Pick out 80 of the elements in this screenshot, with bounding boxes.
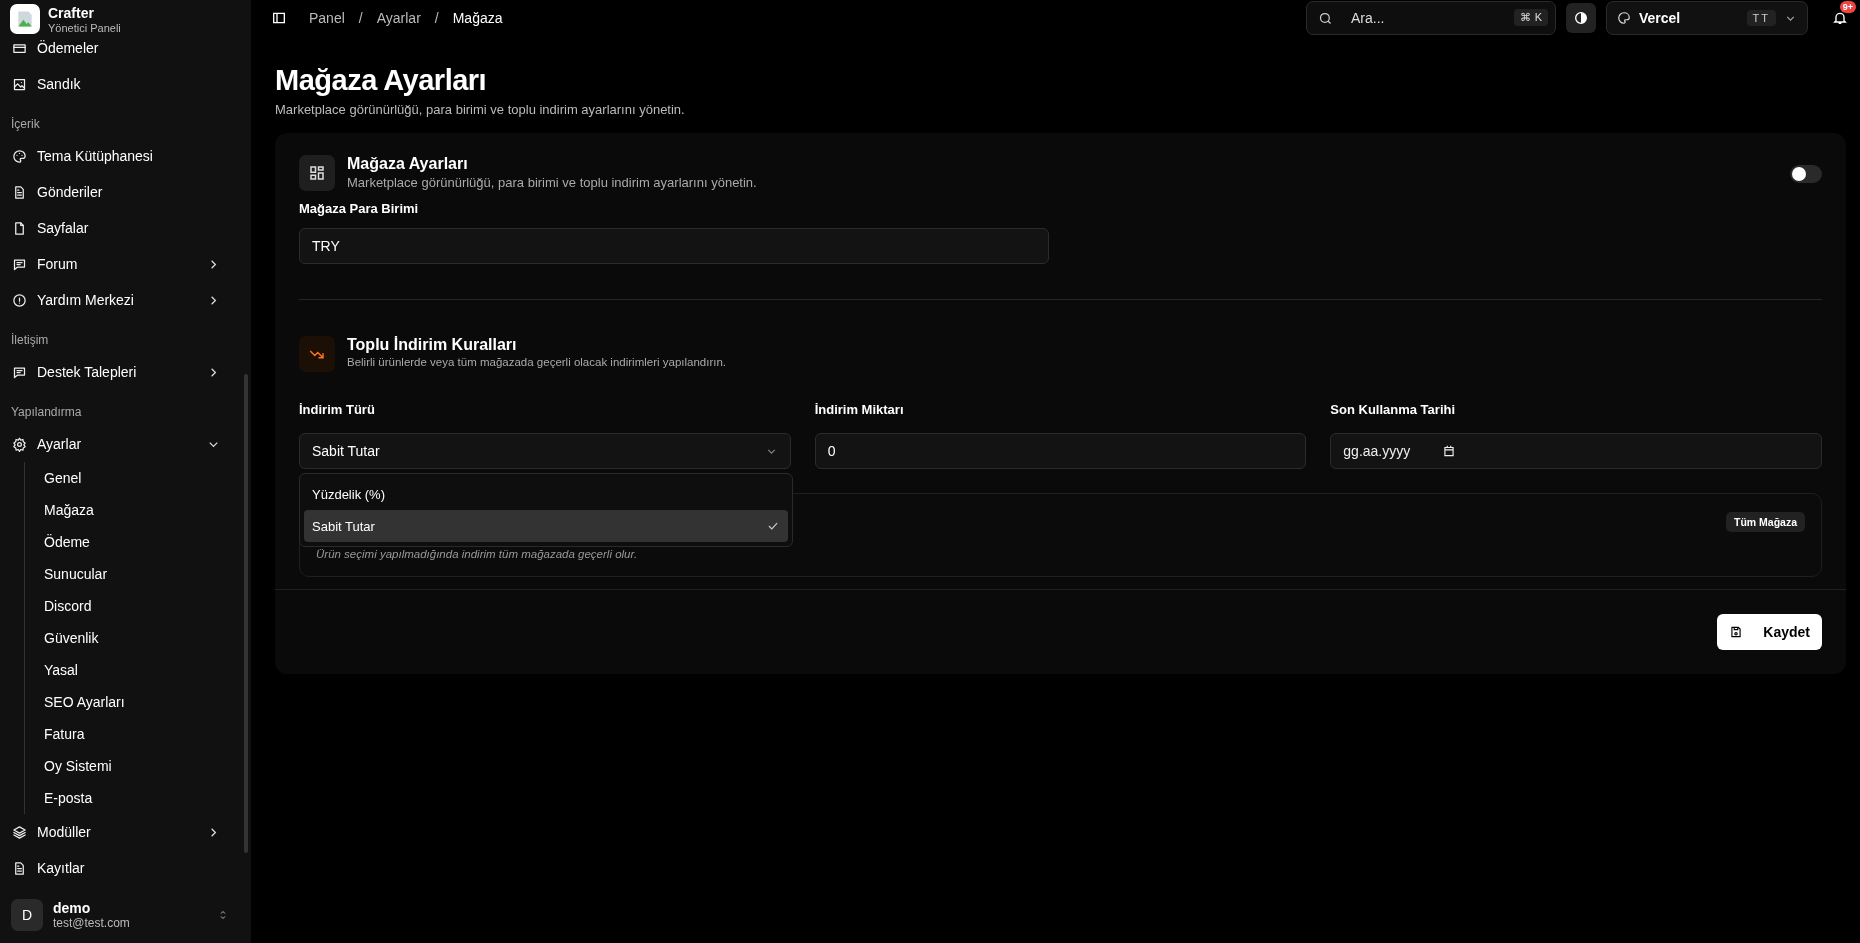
sidebar-subitem[interactable]: E-posta: [44, 782, 243, 814]
sidebar-subitem[interactable]: Ödeme: [44, 526, 243, 558]
page-title: Mağaza Ayarları: [275, 63, 488, 98]
section-title: Toplu İndirim Kuralları: [347, 336, 518, 354]
document-icon: [12, 184, 27, 200]
sidebar-item[interactable]: Sayfalar: [8, 210, 243, 246]
breadcrumb-separator: /: [358, 10, 363, 26]
card-subtitle: Marketplace görünürlüğü, para birimi ve toplu indirim ayarlarını yönetin.: [347, 175, 758, 190]
field-label: Son Kullanma Tarihi: [1330, 402, 1457, 417]
brand-subtitle: Yönetici Paneli: [48, 21, 121, 34]
contrast-icon: [1573, 10, 1589, 26]
field-label: İndirim Miktarı: [814, 402, 905, 417]
brand-name: Crafter: [48, 4, 95, 22]
palette-icon: [1617, 11, 1631, 25]
avatar: D: [11, 899, 43, 931]
notification-badge: 9+: [1839, 1, 1856, 13]
sidebar-subitem[interactable]: Discord: [44, 590, 243, 622]
field-label: Mağaza Para Birimi: [299, 201, 420, 216]
breadcrumb-link[interactable]: Ayarlar: [376, 10, 421, 26]
user-menu[interactable]: D demo test@test.com: [0, 889, 251, 943]
dropdown-option[interactable]: Yüzdelik (%): [304, 478, 788, 510]
sidebar-item[interactable]: Kayıtlar: [8, 850, 243, 886]
search-icon: [1318, 11, 1333, 26]
sidebar-item[interactable]: Destek Talepleri: [8, 354, 243, 390]
sidebar-subitem[interactable]: Yasal: [44, 654, 243, 686]
currency-input[interactable]: TRY: [299, 228, 1049, 264]
file-icon: [12, 220, 27, 236]
card-title: Mağaza Ayarları: [347, 155, 469, 173]
palette-icon: [12, 148, 27, 164]
scope-hint: Ürün seçimi yapılmadığında indirim tüm mağazada geçerli olur.: [316, 548, 639, 560]
sidebar-item[interactable]: Ödemeler: [8, 38, 243, 66]
scope-badge: Tüm Mağaza: [1726, 512, 1805, 532]
breadcrumb-separator: /: [434, 10, 439, 26]
dropdown-option[interactable]: Sabit Tutar: [304, 510, 788, 542]
page-subtitle: Marketplace görünürlüğü, para birimi ve toplu indirim ayarlarını yönetin.: [275, 102, 686, 117]
sidebar-subitem[interactable]: Sunucular: [44, 558, 243, 590]
section-label: Yapılandırma: [10, 404, 83, 421]
sidebar-item[interactable]: Tema Kütüphanesi: [8, 138, 243, 174]
trend-down-icon: [299, 336, 335, 372]
sidebar-subitem[interactable]: Genel: [44, 462, 243, 494]
breadcrumb-link[interactable]: Mağaza: [452, 10, 503, 26]
logo-icon: [10, 4, 40, 34]
save-icon: [1729, 625, 1744, 639]
info-icon: [12, 292, 27, 308]
select-dropdown[interactable]: Sabit Tutar: [299, 433, 791, 469]
bell-icon[interactable]: [1832, 10, 1848, 26]
section-label: İçerik: [10, 116, 41, 133]
workspace-dropdown[interactable]: Vercel TT: [1606, 1, 1808, 35]
sidebar-item[interactable]: Ayarlar: [8, 426, 243, 462]
field-label: İndirim Türü: [299, 402, 376, 417]
section-label: İletişim: [10, 332, 50, 349]
grid-icon: [299, 155, 335, 191]
amount-input[interactable]: 0: [814, 433, 1307, 469]
sidebar-subitem[interactable]: Güvenlik: [44, 622, 243, 654]
section-subtitle: Belirli ürünlerde veya tüm mağazada geçerli olacak indirimleri yapılandırın.: [347, 356, 728, 368]
sidebar-item[interactable]: Sandık: [8, 66, 243, 102]
chat-bubble-icon: [12, 364, 27, 380]
sidebar-item[interactable]: Gönderiler: [8, 174, 243, 210]
settings-icon: [12, 436, 27, 452]
date-input[interactable]: gg.aa.yyyy: [1330, 433, 1822, 469]
sidebar-item[interactable]: Yardım Merkezi: [8, 282, 243, 318]
toggle-switch[interactable]: [1790, 165, 1822, 183]
user-name: demo: [53, 900, 92, 916]
layers-icon: [12, 824, 27, 840]
sidebar-item[interactable]: Modüller: [8, 814, 243, 850]
theme-toggle-button[interactable]: [1566, 3, 1596, 33]
sidebar-subitem[interactable]: Oy Sistemi: [44, 750, 243, 782]
sidebar-subitem[interactable]: Mağaza: [44, 494, 243, 526]
sidebar-subitem[interactable]: Fatura: [44, 718, 243, 750]
sidebar-item[interactable]: Forum: [8, 246, 243, 282]
save-button[interactable]: Kaydet: [1717, 614, 1822, 650]
sidebar-toggle-icon[interactable]: [271, 10, 287, 26]
breadcrumb-link[interactable]: Panel: [309, 10, 345, 26]
image-icon: [12, 76, 27, 92]
calendar-icon: [1442, 444, 1457, 458]
user-email: test@test.com: [53, 916, 131, 930]
sidebar-subitem[interactable]: SEO Ayarları: [44, 686, 243, 718]
document-icon: [12, 860, 27, 876]
keyboard-shortcut: ⌘ K: [1513, 9, 1548, 26]
chat-bubble-icon: [12, 256, 27, 272]
